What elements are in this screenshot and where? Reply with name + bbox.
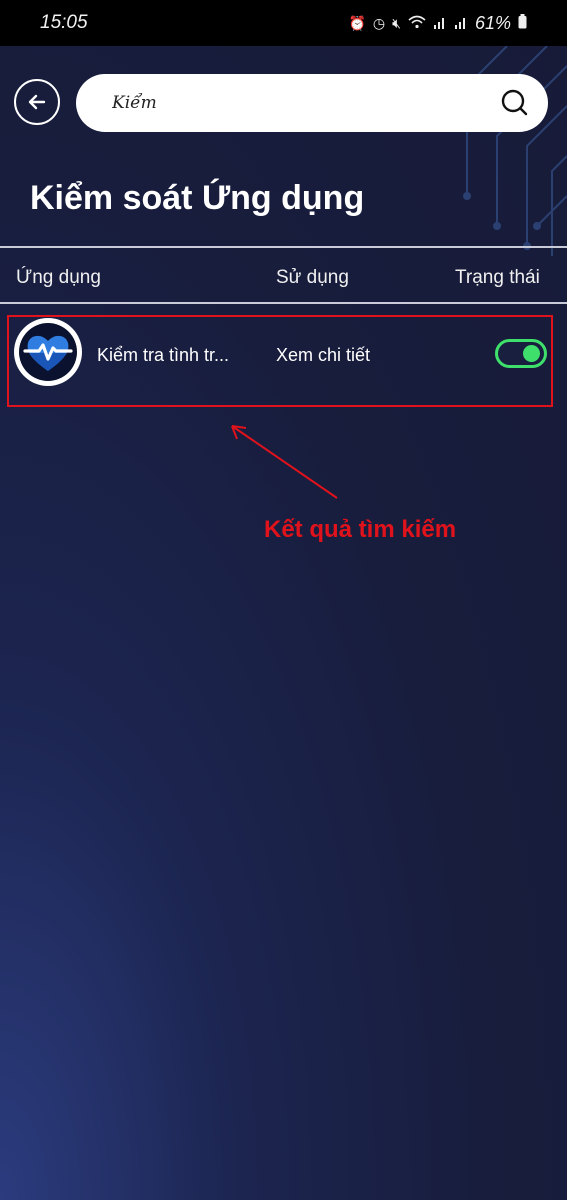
annotation-arrow-icon [231,425,338,499]
divider [0,246,567,248]
wifi-icon [408,15,426,32]
alarm-icon: ⏰ [348,14,366,31]
header: Kiểm soát Ứng dụng [0,46,567,246]
column-header-app: Ứng dụng [16,267,101,288]
column-header-usage: Sử dụng [276,267,349,288]
status-time: 15:05 [40,12,88,33]
battery-text: 61% [474,12,511,33]
annotation-label: Kết quả tìm kiếm [264,516,457,543]
clock-icon: ◷ [372,14,386,31]
search-icon[interactable] [498,86,532,120]
search-box[interactable] [76,74,548,132]
status-bar: 15:05 ⏰ ◷ 🔇︎ 61% [0,0,567,46]
arrow-left-icon [28,94,46,110]
app-screen: 15:05 ⏰ ◷ 🔇︎ 61% Kiểm Kiểm soát Ứng dụng… [0,0,567,1200]
battery-icon [518,14,527,32]
mute-icon: 🔇︎ [392,14,401,31]
back-button[interactable] [14,79,60,125]
page-title: Kiểm soát Ứng dụng [30,179,365,217]
signal-icon [433,15,447,32]
status-icons: ⏰ ◷ 🔇︎ 61% [348,13,527,34]
search-input[interactable] [110,92,498,114]
table-header: Ứng dụng Sử dụng Trạng thái [0,250,567,302]
divider [0,302,567,304]
signal-icon [454,15,468,32]
column-header-status: Trạng thái [455,267,540,288]
annotation-highlight-box [7,315,553,407]
